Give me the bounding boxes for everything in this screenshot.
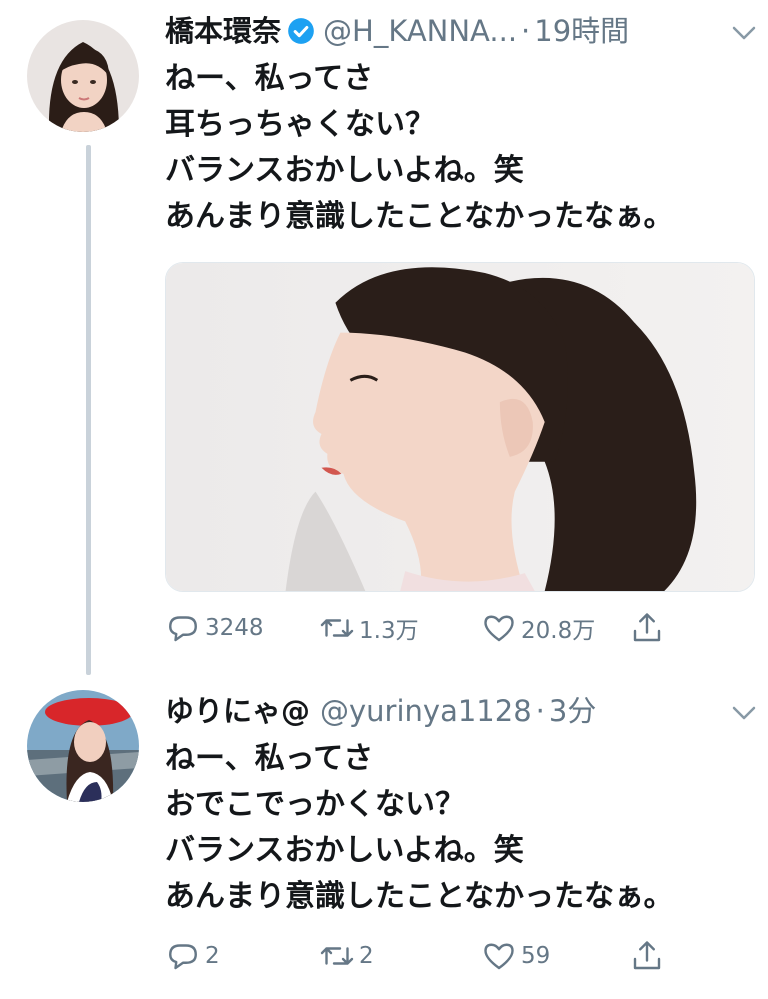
- like-count: 59: [521, 943, 551, 969]
- tweet-menu-caret[interactable]: [731, 24, 757, 42]
- author-name[interactable]: 橋本環奈: [165, 12, 281, 50]
- tweet-text-line: ねー、私ってさ: [165, 61, 374, 96]
- profile-photo-icon: [166, 263, 754, 591]
- tweet-text-line: 耳ちっちゃくない？: [165, 107, 435, 142]
- separator-dot: ·: [521, 14, 531, 48]
- share-button[interactable]: [629, 938, 665, 974]
- retweet-button[interactable]: 1.3万: [319, 610, 481, 646]
- retweet-count: 1.3万: [359, 618, 419, 644]
- tweet-header: 橋本環奈 @H_KANNA... · 19時間: [165, 12, 629, 50]
- tweet-text-line: バランスおかしいよね。笑: [165, 153, 524, 188]
- share-icon: [633, 941, 661, 970]
- tweet-text-line: あんまり意識したことなかったなぁ。: [165, 199, 674, 234]
- reply-button[interactable]: 3248: [165, 610, 319, 646]
- reply-button[interactable]: 2: [165, 938, 319, 974]
- like-button[interactable]: 59: [481, 938, 629, 974]
- tweet-header: ゆりにゃ@ @yurinya1128 · 3分: [165, 692, 596, 730]
- author-handle[interactable]: @H_KANNA...: [323, 12, 517, 50]
- tweet-menu-caret[interactable]: [731, 704, 757, 722]
- verified-badge-icon: [287, 17, 315, 45]
- reply-count: 2: [205, 943, 220, 969]
- heart-icon: [484, 943, 514, 970]
- share-icon: [633, 613, 661, 642]
- author-avatar[interactable]: [27, 20, 139, 132]
- tweet-actions: 2 2 59: [165, 938, 665, 974]
- chevron-down-icon: [732, 26, 756, 40]
- author-name[interactable]: ゆりにゃ@: [165, 692, 310, 730]
- retweet-button[interactable]: 2: [319, 938, 481, 974]
- retweet-icon: [320, 947, 354, 965]
- retweet-icon: [320, 619, 354, 637]
- avatar-photo-icon: [27, 20, 139, 132]
- retweet-count: 2: [359, 943, 374, 969]
- reply-count: 3248: [205, 615, 264, 641]
- tweet-text: ねー、私ってさ 耳ちっちゃくない？ バランスおかしいよね。笑 あんまり意識したこ…: [165, 56, 674, 240]
- reply-icon: [169, 944, 197, 970]
- author-handle[interactable]: @yurinya1128: [320, 692, 532, 730]
- heart-icon: [484, 615, 514, 642]
- tweet-text-line: バランスおかしいよね。笑: [165, 833, 524, 868]
- author-avatar[interactable]: [27, 690, 139, 802]
- avatar-photo-icon: [27, 690, 139, 802]
- reply-icon: [169, 616, 197, 642]
- share-button[interactable]: [629, 610, 665, 646]
- tweet-text-line: あんまり意識したことなかったなぁ。: [165, 879, 674, 914]
- like-button[interactable]: 20.8万: [481, 610, 629, 646]
- tweet-actions: 3248 1.3万 20.8万: [165, 610, 665, 646]
- tweet-timestamp[interactable]: 3分: [549, 692, 596, 730]
- tweet-media-photo[interactable]: [165, 262, 755, 592]
- tweet-timestamp[interactable]: 19時間: [534, 12, 629, 50]
- tweet-text-line: ねー、私ってさ: [165, 741, 374, 776]
- like-count: 20.8万: [521, 618, 596, 644]
- tweet-text: ねー、私ってさ おでこでっかくない？ バランスおかしいよね。笑 あんまり意識した…: [165, 736, 674, 920]
- thread-connector-line: [86, 145, 91, 675]
- chevron-down-icon: [732, 706, 756, 720]
- tweet-text-line: おでこでっかくない？: [165, 787, 465, 822]
- separator-dot: ·: [535, 694, 545, 728]
